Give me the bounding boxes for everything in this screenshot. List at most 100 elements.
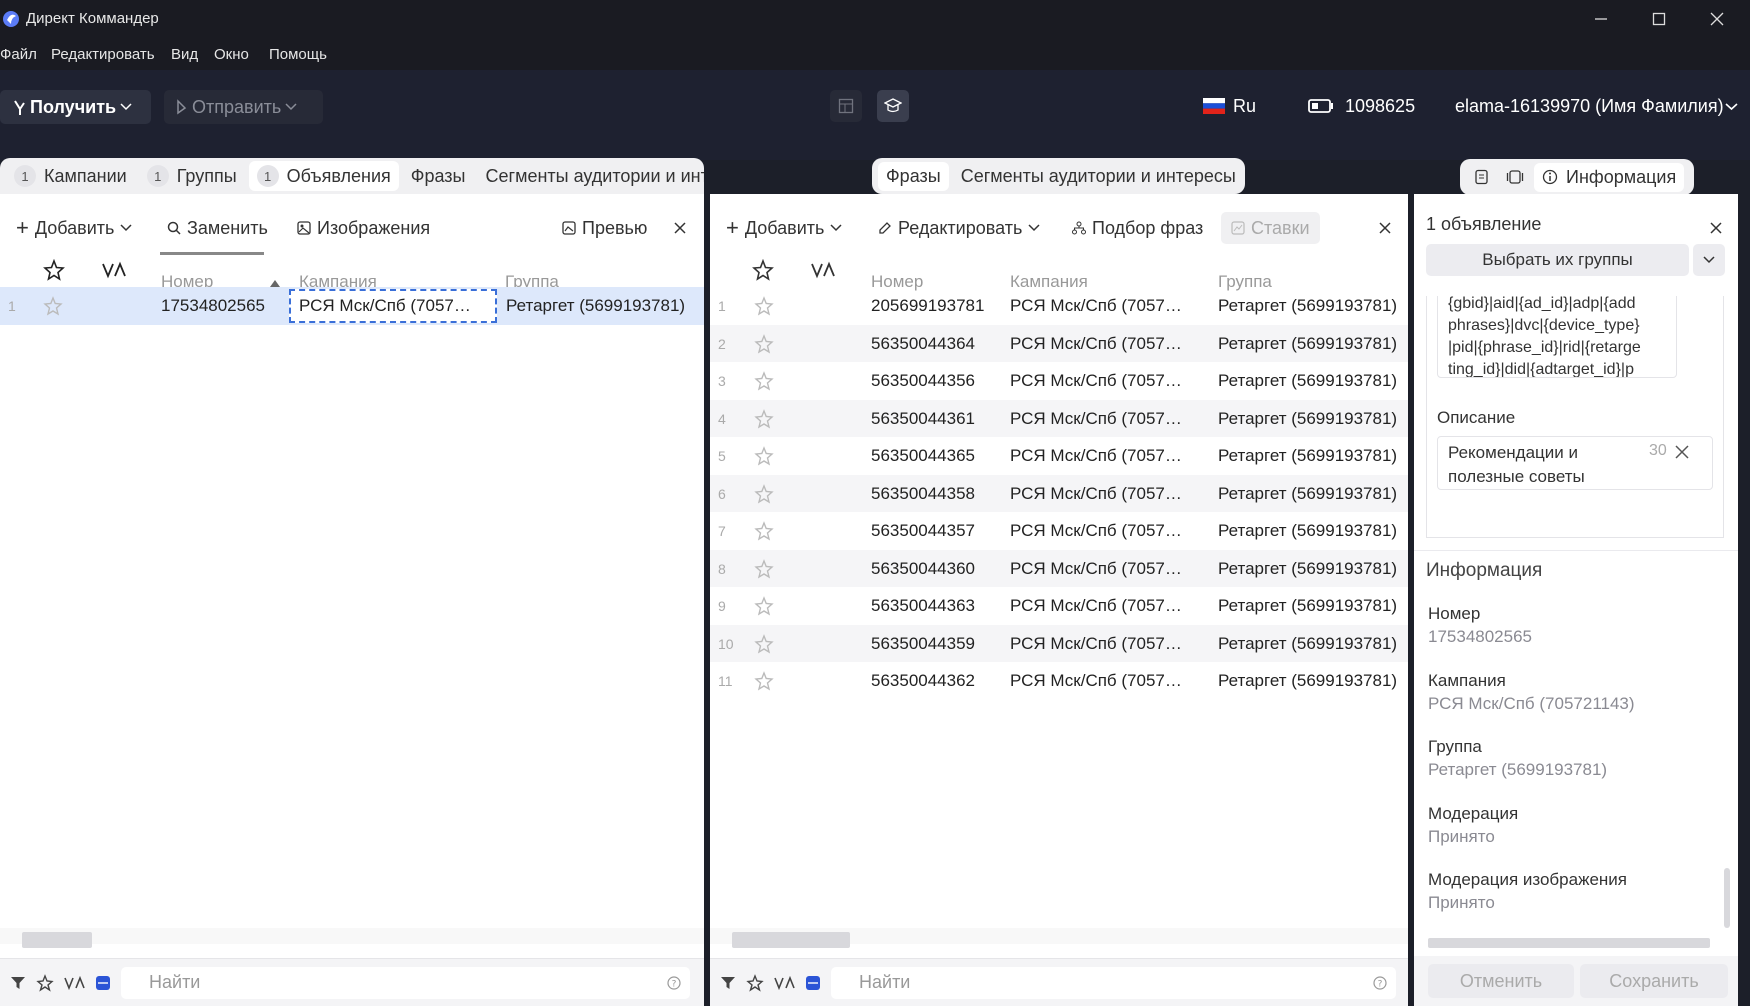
tab-groups[interactable]: 1 Группы [139, 161, 245, 191]
star-icon[interactable] [754, 671, 774, 691]
star-filter-icon[interactable] [36, 974, 54, 992]
table-row[interactable]: 5 56350044365 РСЯ Мск/Спб (7057… Ретаргет (… [710, 437, 1408, 475]
account-selector[interactable]: elama-16139970 (Имя Фамилия) [1455, 96, 1724, 117]
menu-file[interactable]: Файл [0, 46, 37, 63]
sync-status-icon[interactable] [101, 260, 127, 280]
filter-icon[interactable] [720, 975, 736, 991]
pick-phrases-button[interactable]: Подбор фраз [1072, 212, 1203, 244]
learning-mode-button[interactable] [877, 90, 909, 122]
description-input[interactable]: Рекомендации и полезные советы [1437, 436, 1713, 490]
language-selector[interactable]: Ru [1233, 96, 1256, 117]
star-icon[interactable] [754, 371, 774, 391]
vertical-scrollbar[interactable] [1724, 868, 1730, 928]
menu-help[interactable]: Помощь [269, 46, 327, 63]
url-params-textarea[interactable]: {gbid}|aid|{ad_id}|adp|{add phrases}|dvc… [1437, 296, 1677, 378]
star-icon[interactable] [754, 633, 774, 654]
horizontal-scrollbar[interactable] [0, 928, 704, 948]
table-row[interactable]: 6 56350044358 РСЯ Мск/Спб (7057… Ретаргет (… [710, 474, 1408, 512]
document-icon[interactable] [1474, 169, 1490, 185]
table-row[interactable]: 4 56350044361 РСЯ Мск/Спб (7057… Ретаргет (… [710, 399, 1408, 437]
star-icon[interactable] [754, 296, 774, 316]
menu-edit[interactable]: Редактировать [51, 46, 155, 63]
replace-button[interactable]: Заменить [167, 212, 268, 244]
tab-audience-segments[interactable]: Сегменты аудитории и интересы [953, 162, 1244, 191]
images-button[interactable]: Изображения [297, 212, 430, 244]
pencil-icon [879, 222, 891, 234]
tab-audience-segments[interactable]: Сегменты аудитории и интересы [478, 162, 705, 191]
table-row[interactable]: 9 56350044363 РСЯ Мск/Спб (7057… Ретаргет (… [710, 587, 1408, 625]
close-icon[interactable] [1379, 222, 1391, 234]
tab-campaigns[interactable]: 1 Кампании [6, 161, 135, 191]
get-button[interactable]: Получить [0, 90, 151, 124]
star-icon[interactable] [754, 521, 774, 541]
video-icon[interactable] [1506, 169, 1524, 185]
close-icon[interactable] [674, 222, 686, 234]
horizontal-scrollbar[interactable] [1428, 938, 1710, 948]
left-search-input[interactable]: Найти [121, 967, 690, 999]
send-button[interactable]: Отправить [164, 90, 323, 124]
menu-view[interactable]: Вид [171, 46, 198, 63]
description-label: Описание [1437, 408, 1516, 427]
filter-icon[interactable] [10, 975, 26, 991]
tab-information[interactable]: Информация [1534, 162, 1685, 192]
left-add-button[interactable]: + Добавить [16, 212, 132, 244]
edit-button[interactable]: Редактировать [878, 212, 1040, 244]
tab-label: Группы [176, 165, 237, 186]
star-filter-icon[interactable] [746, 974, 764, 992]
storage-filter-icon[interactable] [95, 974, 111, 992]
image-icon [297, 221, 311, 235]
tab-phrases[interactable]: Фразы [403, 162, 474, 191]
cancel-button[interactable]: Отменить [1428, 964, 1574, 998]
minimize-button[interactable] [1572, 0, 1630, 38]
horizontal-scrollbar[interactable] [710, 928, 1408, 948]
help-icon[interactable]: ? [1373, 976, 1387, 990]
star-column-icon[interactable] [752, 259, 774, 281]
menu-window[interactable]: Окно [214, 46, 249, 63]
tab-badge: 1 [256, 165, 279, 187]
middle-tab-strip: Фразы Сегменты аудитории и интересы [872, 158, 1245, 194]
title-bar: Директ Коммандер [0, 0, 1750, 38]
star-icon[interactable] [754, 333, 774, 354]
star-icon[interactable] [43, 296, 63, 316]
preview-button[interactable]: Превью [562, 212, 647, 244]
table-row[interactable]: 1 205699193781 РСЯ Мск/Спб (7057… Ретаргет … [710, 287, 1408, 325]
table-row[interactable]: 3 56350044356 РСЯ Мск/Спб (7057… Ретаргет (… [710, 362, 1408, 400]
star-icon[interactable] [754, 446, 774, 466]
clear-icon[interactable] [1675, 445, 1689, 459]
help-icon[interactable]: ? [667, 976, 681, 990]
select-groups-dropdown[interactable] [1693, 244, 1725, 276]
table-row[interactable]: 11 56350044362 РСЯ Мск/Спб (7057… Ретаргет … [710, 662, 1408, 700]
middle-search-input[interactable]: Найти [831, 967, 1396, 999]
tab-phrases[interactable]: Фразы [878, 161, 949, 191]
bids-button[interactable]: Ставки [1221, 212, 1320, 244]
maximize-button[interactable] [1630, 0, 1688, 38]
layout-toggle-button[interactable] [830, 90, 862, 122]
sync-status-icon[interactable] [810, 260, 836, 280]
tab-label: Кампании [44, 165, 127, 186]
cell-campaign: РСЯ Мск/Спб (7057… [1010, 333, 1182, 353]
chevron-down-icon [830, 224, 842, 232]
storage-filter-icon[interactable] [805, 974, 821, 992]
tab-ads[interactable]: 1 Объявления [248, 161, 399, 191]
sync-filter-icon[interactable] [64, 976, 86, 990]
url-line: phrases}|dvc|{device_type} [1448, 317, 1640, 334]
star-icon[interactable] [754, 596, 774, 616]
table-row[interactable]: 10 56350044359 РСЯ Мск/Спб (7057… Ретаргет … [710, 624, 1408, 662]
select-groups-button[interactable]: Выбрать их группы [1426, 244, 1689, 276]
star-icon[interactable] [754, 483, 774, 504]
sync-filter-icon[interactable] [774, 976, 796, 990]
middle-add-button[interactable]: + Добавить [726, 212, 842, 244]
info-field-value: РСЯ Мск/Спб (705721143) [1428, 693, 1635, 713]
star-icon[interactable] [754, 408, 774, 429]
table-row[interactable]: 8 56350044360 РСЯ Мск/Спб (7057… Ретаргет (… [710, 549, 1408, 587]
table-row[interactable]: 7 56350044357 РСЯ Мск/Спб (7057… Ретаргет (… [710, 512, 1408, 550]
table-row[interactable]: 2 56350044364 РСЯ Мск/Спб (7057… Ретаргет (… [710, 324, 1408, 362]
star-icon[interactable] [754, 558, 774, 579]
table-row[interactable]: 1 17534802565 РСЯ Мск/Спб (7057… Ретарге… [0, 287, 704, 325]
upload-arrow-icon [177, 99, 187, 115]
close-window-button[interactable] [1688, 0, 1746, 38]
close-icon[interactable] [1710, 222, 1722, 234]
save-button[interactable]: Сохранить [1580, 964, 1728, 998]
star-column-icon[interactable] [43, 259, 65, 281]
cell-group: Ретаргет (5699193781) [1218, 333, 1398, 353]
